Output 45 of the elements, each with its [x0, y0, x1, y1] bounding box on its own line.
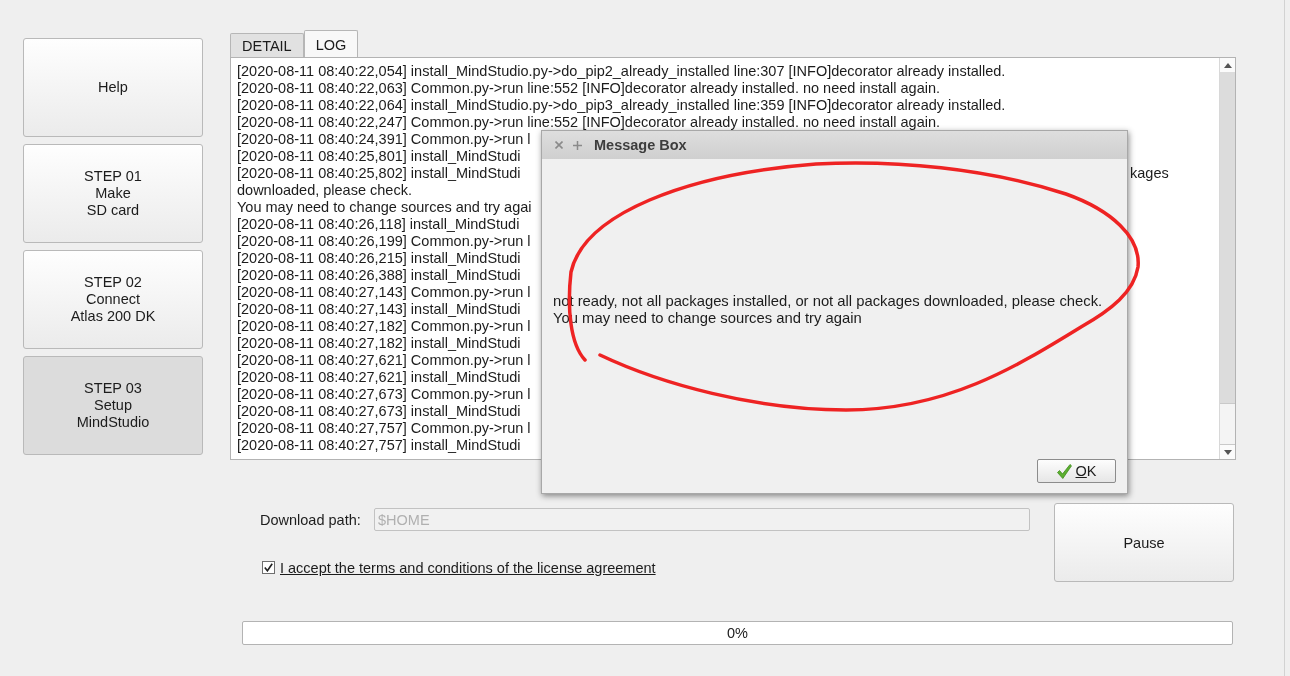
log-line: [2020-08-11 08:40:27,673] install_MindStudi — [237, 403, 521, 420]
log-line: [2020-08-11 08:40:27,143] install_MindStudi — [237, 301, 521, 318]
log-line: [2020-08-11 08:40:27,621] Common.py->run l — [237, 352, 531, 369]
scrollbar-thumb[interactable] — [1220, 403, 1235, 445]
log-line: [2020-08-11 08:40:25,801] install_MindStudi — [237, 148, 521, 165]
log-line: [2020-08-11 08:40:22,064] install_MindStudio.py->do_pip3_already_installed line:359 [INFO]decorator already installed. — [237, 97, 1006, 114]
log-line: [2020-08-11 08:40:26,388] install_MindStudi — [237, 267, 521, 284]
log-line: [2020-08-11 08:40:26,199] Common.py->run l — [237, 233, 531, 250]
tab[interactable]: DETAIL — [230, 33, 304, 57]
sidebar-button[interactable]: Help — [23, 38, 203, 137]
log-line: [2020-08-11 08:40:27,143] Common.py->run l — [237, 284, 531, 301]
checkbox[interactable] — [262, 561, 275, 574]
tab[interactable]: LOG — [303, 30, 359, 57]
progress-reading: 0% — [727, 625, 748, 641]
log-line: [2020-08-11 08:40:25,802] install_MindStudi — [237, 165, 521, 182]
log-line: You may need to change sources and try agai — [237, 199, 532, 216]
log-line: [2020-08-11 08:40:27,621] install_MindStudi — [237, 369, 521, 386]
log-line: [2020-08-11 08:40:26,215] install_MindStudi — [237, 250, 521, 267]
close-icon[interactable] — [555, 141, 563, 149]
sidebar-button[interactable]: STEP 02 Connect Atlas 200 DK — [23, 250, 203, 349]
ok-button[interactable]: OK — [1037, 459, 1116, 483]
log-line-fragment: kages — [1130, 165, 1169, 182]
log-line: [2020-08-11 08:40:22,054] install_MindStudio.py->do_pip2_already_installed line:307 [INFO]decorator already installed. — [237, 63, 1006, 80]
pause-button[interactable]: Pause — [1054, 503, 1234, 582]
sidebar-button[interactable]: STEP 03 Setup MindStudio — [23, 356, 203, 455]
checkmark-icon — [1056, 463, 1072, 479]
log-line: [2020-08-11 08:40:27,182] Common.py->run l — [237, 318, 531, 335]
scroll-up-arrow-icon[interactable] — [1223, 62, 1232, 68]
log-line: [2020-08-11 08:40:24,391] Common.py->run l — [237, 131, 531, 148]
log-line: [2020-08-11 08:40:26,118] install_MindStudi — [237, 216, 520, 233]
log-line: [2020-08-11 08:40:27,757] install_MindStudi — [237, 437, 521, 454]
download-path-field[interactable]: $HOME — [374, 508, 1030, 531]
log-line: [2020-08-11 08:40:27,757] Common.py->run l — [237, 420, 531, 437]
dialog-title: Message Box — [594, 137, 687, 153]
sidebar-button[interactable]: STEP 01 Make SD card — [23, 144, 203, 243]
log-line: [2020-08-11 08:40:22,063] Common.py->run line:552 [INFO]decorator already installed. no need install again. — [237, 80, 940, 97]
license-agreement-label[interactable]: I accept the terms and conditions of the license agreement — [280, 559, 656, 576]
log-line: [2020-08-11 08:40:22,247] Common.py->run line:552 [INFO]decorator already installed. no need install again. — [237, 114, 940, 131]
log-line: [2020-08-11 08:40:27,673] Common.py->run l — [237, 386, 531, 403]
plus-icon[interactable] — [573, 140, 582, 150]
log-line: [2020-08-11 08:40:27,182] install_MindStudi — [237, 335, 521, 352]
checkmark-icon — [264, 563, 273, 572]
log-line: downloaded, please check. — [237, 182, 412, 199]
download-path-label: Download path: — [260, 511, 362, 528]
scroll-down-arrow-icon[interactable] — [1223, 449, 1232, 455]
